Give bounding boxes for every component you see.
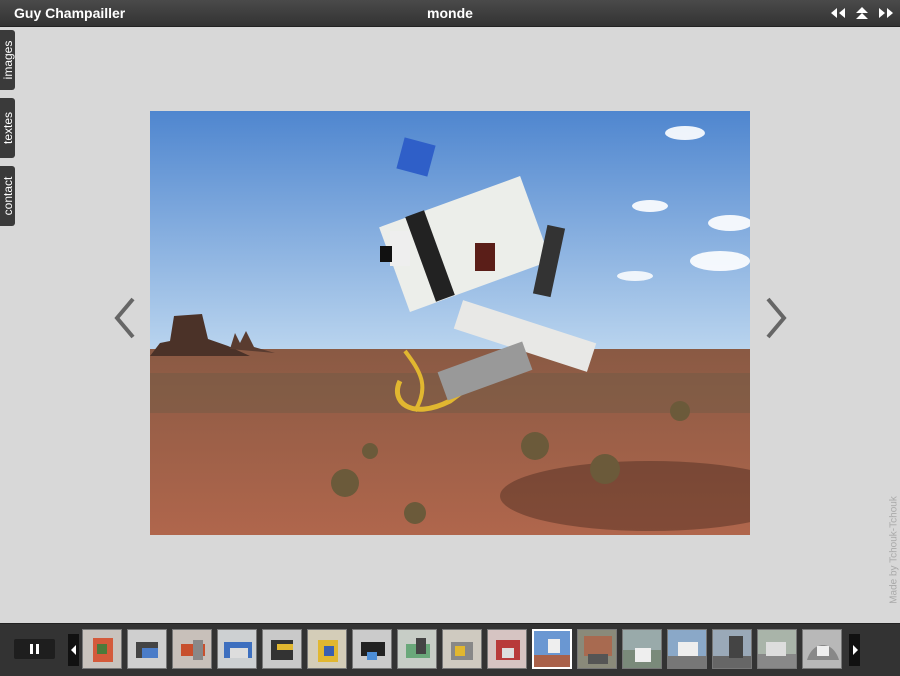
thumbnail[interactable] — [307, 629, 347, 669]
caret-left-icon — [70, 645, 76, 655]
tab-images-label: images — [0, 40, 15, 80]
credit-label: Made by Tchouk-Tchouk — [888, 496, 900, 604]
thumbnail-active[interactable] — [532, 629, 572, 669]
gallery-nav — [830, 5, 894, 21]
chevron-left-icon — [114, 297, 135, 339]
tab-contact-label: contact — [0, 176, 15, 216]
tab-textes[interactable]: textes — [0, 98, 15, 158]
gallery-title: monde — [427, 5, 473, 21]
tab-contact[interactable]: contact — [0, 166, 15, 226]
tab-images[interactable]: images — [0, 30, 15, 90]
site-title[interactable]: Guy Champailler — [14, 5, 125, 21]
thumbnail[interactable] — [127, 629, 167, 669]
credit-text[interactable]: Made by Tchouk-Tchouk — [887, 490, 900, 610]
thumbnail[interactable] — [172, 629, 212, 669]
top-bar: Guy Champailler monde — [0, 0, 900, 27]
thumbnail[interactable] — [667, 629, 707, 669]
next-image-button[interactable] — [764, 296, 788, 340]
thumbnail[interactable] — [577, 629, 617, 669]
tab-textes-label: textes — [0, 111, 15, 145]
filmstrip-bar — [0, 623, 900, 676]
caret-right-icon — [852, 645, 858, 655]
thumbnail[interactable] — [487, 629, 527, 669]
thumbnail[interactable] — [82, 629, 122, 669]
pause-slideshow-button[interactable] — [14, 639, 55, 659]
thumbnail[interactable] — [397, 629, 437, 669]
main-photo[interactable] — [150, 111, 750, 535]
previous-image-button[interactable] — [113, 296, 137, 340]
thumbnail[interactable] — [217, 629, 257, 669]
filmstrip-scroll-right-button[interactable] — [849, 634, 860, 666]
thumbnail[interactable] — [757, 629, 797, 669]
next-gallery-icon[interactable] — [878, 5, 894, 21]
chevron-right-icon — [766, 297, 787, 339]
thumbnail[interactable] — [442, 629, 482, 669]
filmstrip-scroll-left-button[interactable] — [68, 634, 79, 666]
thumbnail[interactable] — [262, 629, 302, 669]
pause-icon — [29, 644, 41, 654]
thumbnail[interactable] — [712, 629, 752, 669]
gallery-index-icon[interactable] — [854, 5, 870, 21]
thumbnail[interactable] — [352, 629, 392, 669]
desert-sculpture-artwork — [150, 111, 750, 535]
thumbnail[interactable] — [622, 629, 662, 669]
thumbnail[interactable] — [802, 629, 842, 669]
previous-gallery-icon[interactable] — [830, 5, 846, 21]
